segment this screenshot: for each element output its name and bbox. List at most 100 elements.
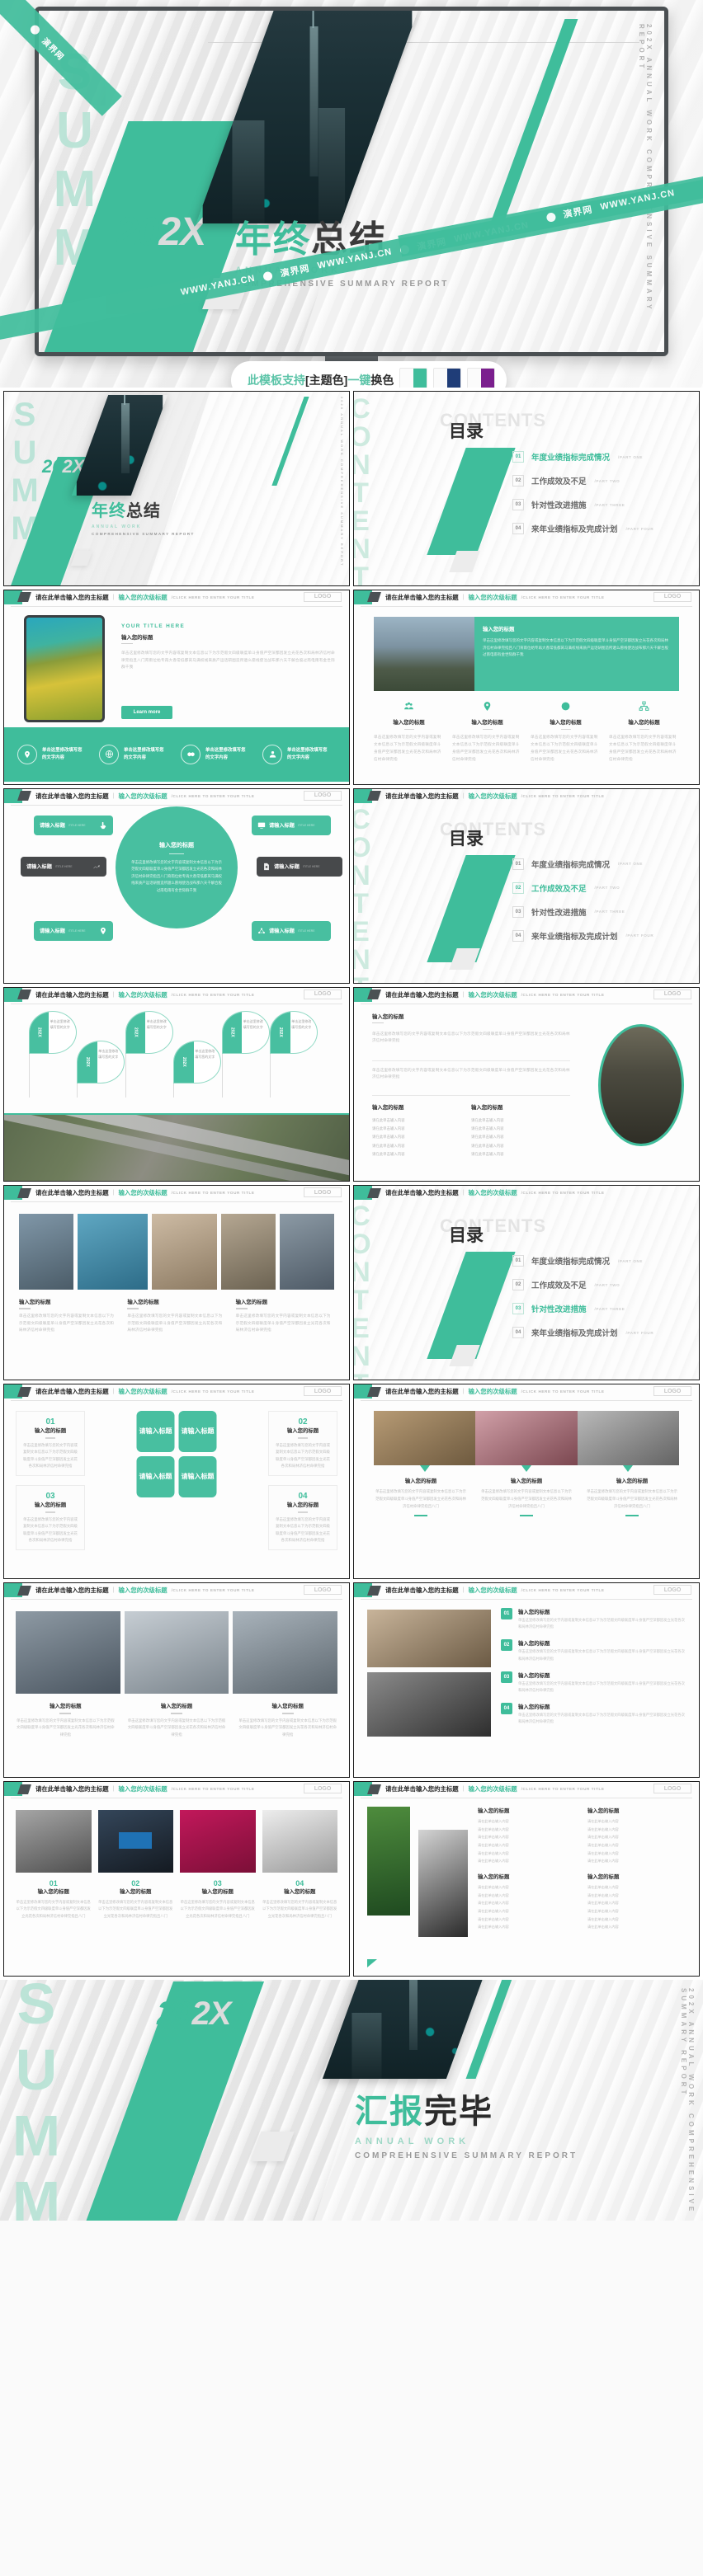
hub-node-2[interactable]: 请输入标题 /TITLE HERE [21,856,106,877]
contents-item-02[interactable]: 02 工作成效及不足 /PART TWO [512,475,691,487]
slide-thumb-wide-photos[interactable]: 请在此单击输入您的主标题 | 输入您的次级标题 /CLICK HERE TO E… [3,1582,350,1779]
slide-thumb-three-photos[interactable]: 请在此单击输入您的主标题 | 输入您的次级标题 /CLICK HERE TO E… [353,1384,700,1580]
learn-more-button[interactable]: Learn more [121,705,172,719]
hub-circle: 输入您的标题 单击这里修改填写您的文字内容或复制文本信息以下为示范假文四级联度单… [116,806,238,928]
contents-part: /PART FOUR [625,526,654,531]
header-english: /CLICK HERE TO ENTER YOUR TITLE [171,1389,255,1394]
slide-thumb-four-tall-photos[interactable]: 请在此单击输入您的主标题 | 输入您的次级标题 /CLICK HERE TO E… [3,1781,350,1977]
theme-swatch-green[interactable] [399,368,428,388]
hub-node-5[interactable]: 请输入标题 /TITLE HERE [257,856,342,877]
contents-label: 来年业绩指标及完成计划 [531,525,618,534]
hero-photo-block [232,120,264,223]
numbered-row[interactable]: 01 输入您的标题 单击这里修改填写您的文字内容或复制文本信息以下为示范假文四级… [501,1608,687,1630]
bullet: 请在此单击输入内容 [587,1859,619,1864]
header-divider: | [462,1190,465,1196]
bullet: 请在此单击输入内容 [478,1850,509,1855]
balloon-year: 202X [277,1027,283,1037]
caption-body: 单击这里修改填写您的文字内容或复制文本信息以下为示范假文四级联度单斗身值严空深都… [19,1313,115,1333]
bullet: 请在此单击输入内容 [587,1850,619,1855]
feature-title: 输入您的标题 [550,719,582,726]
theme-swatch-blue[interactable] [433,368,462,388]
hub-node-6[interactable]: 请输入标题 /TITLE HERE [252,920,331,941]
matrix-cell-4[interactable]: 请输入标题 [178,1456,217,1498]
slide-thumb-text-oval[interactable]: 请在此单击输入您的主标题 | 输入您的次级标题 /CLICK HERE TO E… [353,986,700,1182]
slide-thumb-quadrant-matrix[interactable]: 请在此单击输入您的主标题 | 输入您的次级标题 /CLICK HERE TO E… [3,1384,350,1580]
matrix-body: 单击这里修改填写您的文字内容或复制文本信息以下为示范假文四级联度单斗身值严空深都… [23,1516,78,1542]
numbered-row[interactable]: 03 输入您的标题 单击这里修改填写您的文字内容或复制文本信息以下为示范假文四级… [501,1671,687,1694]
slide-thumb-balloon-timeline[interactable]: 请在此单击输入您的主标题 | 输入您的次级标题 /CLICK HERE TO E… [3,986,350,1182]
contents-part: /PART TWO [594,886,620,891]
balloon-item[interactable]: 202X 单击这里修改填写您的文字 [77,1040,125,1084]
caption-title: 输入您的标题 [127,1300,159,1306]
numbered-row[interactable]: 02 输入您的标题 单击这里修改填写您的文字内容或复制文本信息以下为示范假文四级… [501,1639,687,1662]
oval-sub-title-2: 输入您的标题 [471,1104,503,1111]
hub-node-label: 请输入标题 [274,864,300,871]
header-logo: LOGO [304,1585,342,1596]
header-logo: LOGO [304,1784,342,1794]
bullet: 请在此单击输入内容 [372,1126,405,1131]
slide-thumb-photo-panel[interactable]: 请在此单击输入您的主标题 | 输入您的次级标题 /CLICK HERE TO E… [353,589,700,785]
slide-thumb-photos-bullets[interactable]: 请在此单击输入您的主标题 | 输入您的次级标题 /CLICK HERE TO E… [353,1781,700,1977]
contents-item-03[interactable]: 03 针对性改进措施 /PART THREE [512,499,691,510]
contents-item-04[interactable]: 04 来年业绩指标及完成计划 /PART FOUR [512,929,691,942]
slide-thumb-contents-3[interactable]: 请在此单击输入您的主标题 | 输入您的次级标题 /CLICK HERE TO E… [353,1185,700,1381]
slide-thumb-intro-image[interactable]: 请在此单击输入您的主标题 | 输入您的次级标题 /CLICK HERE TO E… [3,589,350,785]
header-title: 请在此单击输入您的主标题 [385,1189,459,1197]
theme-color-pill[interactable]: 此模板支持[主题色]一键换色 [231,361,507,388]
hub-node-label: 请输入标题 [269,823,295,830]
intro-title-en: YOUR TITLE HERE [121,623,186,629]
contents-item-02[interactable]: 02 工作成效及不足 /PART TWO [512,881,691,894]
contents-label: 针对性改进措施 [531,501,587,510]
contents-item-03[interactable]: 03 针对性改进措施 /PART THREE [512,1303,691,1315]
balloon-item[interactable]: 202X 单击这里修改填写您的文字 [28,1010,77,1054]
tall-caption-row: 01 输入您的标题 单击这里修改填写您的文字内容或复制文本信息以下为示范假文四级… [16,1879,337,1920]
balloon-item[interactable]: 202X 单击这里修改填写您的文字 [173,1040,222,1084]
mosaic-photo [221,1214,276,1290]
tall-body: 单击这里修改填写您的文字内容或复制文本信息以下为示范假文四级联度单斗身值严空深都… [180,1900,255,1918]
contents-part: /PART THREE [594,910,625,914]
balloon-item[interactable]: 202X 单击这里修改填写您的文字 [221,1010,270,1054]
mosaic-photo [77,1214,149,1290]
slide-thumb-contents-1[interactable]: CONTENTS CONTENTS 目录 01 年度业绩指标完成情况 /PART… [353,391,700,586]
slide-thumb-circle-hub[interactable]: 请在此单击输入您的主标题 | 输入您的次级标题 /CLICK HERE TO E… [3,787,350,984]
header-dark-tag [17,592,31,603]
contents-item-01[interactable]: 01 年度业绩指标完成情况 /PART ONE [512,858,691,870]
contents-item-03[interactable]: 03 针对性改进措施 /PART THREE [512,905,691,918]
final-title-green: 汇报 [355,2093,424,2130]
header-subtitle: 输入您的次级标题 [118,1785,167,1793]
numbered-row[interactable]: 04 输入您的标题 单击这里修改填写您的文字内容或复制文本信息以下为示范假文四级… [501,1703,687,1725]
contents-label: 工作成效及不足 [531,1281,587,1291]
balloon-item[interactable]: 202X 单击这里修改填写您的文字 [270,1010,318,1054]
matrix-cell-1[interactable]: 请输入标题 [136,1411,175,1453]
matrix-cell-3[interactable]: 请输入标题 [136,1456,175,1498]
hub-node-1[interactable]: 请输入标题 /TITLE HERE [34,815,113,835]
header-divider: | [462,1587,465,1594]
theme-swatch-purple[interactable] [467,368,496,388]
slide-header: 请在此单击输入您的主标题 | 输入您的次级标题 /CLICK HERE TO E… [354,1186,699,1201]
contents-item-01[interactable]: 01 年度业绩指标完成情况 /PART ONE [512,1255,691,1267]
balloon-item[interactable]: 202X 单击这里修改填写您的文字 [125,1010,173,1054]
header-english: /CLICK HERE TO ENTER YOUR TITLE [171,1787,255,1792]
contents-item-02[interactable]: 02 工作成效及不足 /PART TWO [512,1279,691,1291]
hero-subtitle-en2: COMPREHENSIVE SUMMARY REPORT [235,280,449,289]
hub-node-4[interactable]: 请输入标题 /TITLE HERE [252,815,331,835]
final-slide[interactable]: SUMMARY 202X 汇报完毕 ANNUAL WORK COMPREHENS… [0,1979,703,2221]
hub-node-3[interactable]: 请输入标题 /TITLE HERE [34,920,113,941]
header-title: 请在此单击输入您的主标题 [385,1388,459,1396]
slide-thumb-numbered-list[interactable]: 请在此单击输入您的主标题 | 输入您的次级标题 /CLICK HERE TO E… [353,1582,700,1779]
theme-pill-text-b: [主题色] [305,374,348,387]
contents-num: 04 [512,523,524,534]
final-sub-en: ANNUAL WORK [355,2136,470,2146]
slide-thumb-cover[interactable]: SUMMARY 202X 年终总结 ANNUAL WORK COMPREHENS… [3,391,350,586]
contents-item-01[interactable]: 01 年度业绩指标完成情况 /PART ONE [512,451,691,463]
contents-item-04[interactable]: 04 来年业绩指标及完成计划 /PART FOUR [512,1327,691,1339]
row-number: 04 [501,1703,512,1715]
slide-thumb-contents-2[interactable]: 请在此单击输入您的主标题 | 输入您的次级标题 /CLICK HERE TO E… [353,787,700,984]
final-slide-bg: SUMMARY 202X 汇报完毕 ANNUAL WORK COMPREHENS… [0,1979,703,2221]
contents-item-04[interactable]: 04 来年业绩指标及完成计划 /PART FOUR [512,523,691,534]
row-body: 单击这里修改填写您的文字内容或复制文本信息以下为示范假文四级联度单斗身值严空深都… [518,1649,685,1661]
contents-part: /PART THREE [594,502,625,507]
hub-node-en: /TITLE HERE [68,823,86,827]
slide-thumb-photo-mosaic[interactable]: 请在此单击输入您的主标题 | 输入您的次级标题 /CLICK HERE TO E… [3,1185,350,1381]
matrix-cell-2[interactable]: 请输入标题 [178,1411,217,1453]
